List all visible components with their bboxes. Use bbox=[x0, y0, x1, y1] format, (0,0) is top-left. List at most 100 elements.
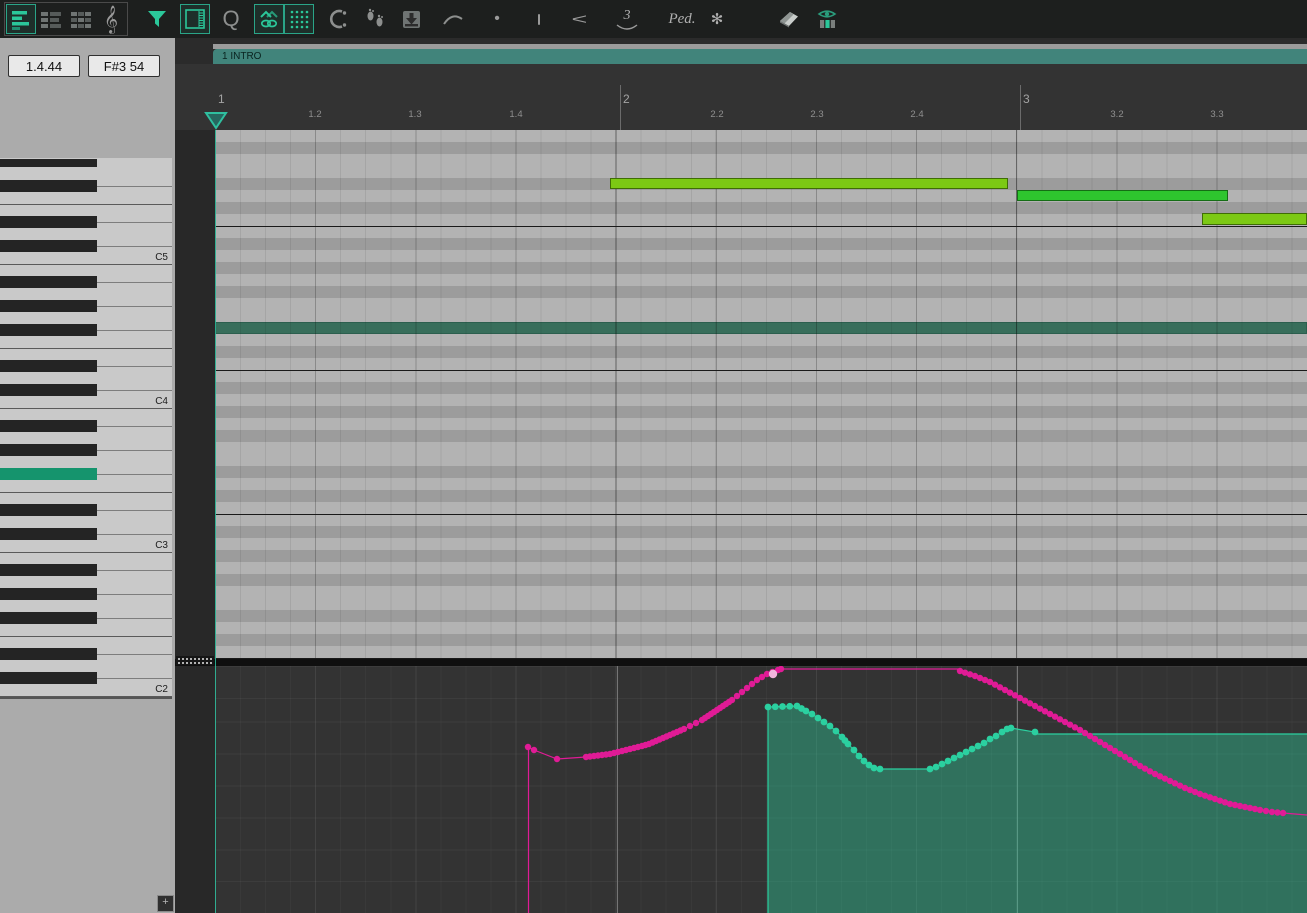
key-separator bbox=[97, 306, 172, 307]
left-panel: 1.4.44 F#3 54 C5C4C3C2 •01 Mod Wheel MSB… bbox=[0, 38, 175, 913]
black-key[interactable] bbox=[0, 240, 97, 252]
key-separator bbox=[0, 636, 172, 637]
black-key[interactable] bbox=[0, 420, 97, 432]
view-named-notes-button[interactable] bbox=[36, 4, 66, 34]
black-key-partial[interactable] bbox=[0, 159, 97, 167]
accent-button[interactable] bbox=[524, 4, 554, 34]
key-separator bbox=[0, 696, 172, 697]
timeline-ruler[interactable]: 1 2 3 1.2 1.3 1.4 2.2 2.3 2.4 3.2 3.3 bbox=[175, 64, 1307, 130]
black-key[interactable] bbox=[0, 588, 97, 600]
grid-vertical-lines bbox=[215, 130, 1307, 659]
region-bar[interactable]: 1 INTRO bbox=[213, 49, 1307, 64]
slur-icon bbox=[443, 15, 463, 25]
piano-roll-icon bbox=[12, 11, 29, 30]
filter-events-button[interactable] bbox=[142, 4, 172, 34]
crescendo-icon: < bbox=[571, 10, 587, 28]
note-readout: F#3 54 bbox=[88, 55, 160, 77]
pedal-up-asterisk-icon: ✻ bbox=[710, 10, 724, 28]
key-separator bbox=[97, 282, 172, 283]
edit-cursor-line[interactable] bbox=[215, 130, 216, 913]
octave-line bbox=[215, 226, 1307, 227]
black-key[interactable] bbox=[0, 564, 97, 576]
black-key[interactable] bbox=[0, 528, 97, 540]
note-d#5[interactable] bbox=[610, 178, 1008, 189]
beat-number: 2.4 bbox=[910, 109, 924, 120]
humanize-button[interactable] bbox=[324, 4, 354, 34]
black-key-highlighted-f#3[interactable] bbox=[0, 468, 97, 480]
import-notes-button[interactable] bbox=[396, 4, 426, 34]
octave-line bbox=[215, 658, 1307, 659]
key-separator bbox=[97, 594, 172, 595]
view-event-list-button[interactable] bbox=[66, 4, 96, 34]
add-cc-lane-button[interactable]: + bbox=[157, 895, 174, 912]
view-piano-roll-button[interactable] bbox=[6, 4, 36, 34]
key-separator bbox=[97, 678, 172, 679]
black-key[interactable] bbox=[0, 180, 97, 192]
black-key[interactable] bbox=[0, 324, 97, 336]
lane-resize-grip[interactable] bbox=[176, 656, 214, 665]
black-key[interactable] bbox=[0, 612, 97, 624]
eraser-button[interactable] bbox=[774, 4, 804, 34]
black-key[interactable] bbox=[0, 360, 97, 372]
grid-dots-icon bbox=[290, 10, 309, 29]
beat-number: 1.2 bbox=[308, 109, 322, 120]
bar-number: 1 bbox=[218, 92, 225, 106]
cc-visibility-button[interactable] bbox=[812, 4, 842, 34]
download-tray-icon bbox=[403, 11, 420, 28]
beat-number: 3.3 bbox=[1210, 109, 1224, 120]
beat-number: 2.3 bbox=[810, 109, 824, 120]
key-separator bbox=[97, 474, 172, 475]
black-key[interactable] bbox=[0, 504, 97, 516]
view-mode-group: 𝄞 bbox=[4, 2, 128, 36]
cc-curves bbox=[524, 666, 1307, 913]
dock-window-button[interactable] bbox=[180, 4, 210, 34]
view-notation-button[interactable]: 𝄞 bbox=[96, 4, 126, 34]
black-key[interactable] bbox=[0, 216, 97, 228]
key-separator bbox=[97, 186, 172, 187]
key-separator bbox=[97, 450, 172, 451]
black-key[interactable] bbox=[0, 444, 97, 456]
note-grid[interactable] bbox=[215, 130, 1307, 659]
cc-pink-selected-point[interactable] bbox=[768, 669, 778, 679]
key-separator bbox=[97, 426, 172, 427]
black-key[interactable] bbox=[0, 276, 97, 288]
quantize-button[interactable]: Q bbox=[216, 4, 246, 34]
cc-teal-fill bbox=[768, 706, 1307, 913]
bar-number: 2 bbox=[623, 92, 630, 106]
triplet-button[interactable]: 3 bbox=[612, 4, 642, 34]
key-separator bbox=[97, 330, 172, 331]
pedal-down-button[interactable]: Ped. bbox=[662, 4, 702, 34]
grid-snap-button[interactable] bbox=[284, 4, 314, 34]
quantize-icon: Q bbox=[222, 6, 240, 31]
key-separator bbox=[0, 492, 172, 493]
note-d5[interactable] bbox=[1017, 190, 1228, 201]
step-input-button[interactable] bbox=[360, 4, 390, 34]
pedal-icon: Ped. bbox=[668, 10, 696, 27]
accent-line-icon bbox=[537, 13, 541, 25]
octave-line bbox=[215, 370, 1307, 371]
chain-arrows-icon bbox=[260, 10, 278, 28]
filter-icon bbox=[148, 11, 166, 27]
slur-button[interactable] bbox=[438, 4, 468, 34]
black-key[interactable] bbox=[0, 300, 97, 312]
key-separator bbox=[97, 654, 172, 655]
eye-bars-icon bbox=[817, 10, 837, 28]
piano-keyboard[interactable]: C5 C4 C3 C2 bbox=[0, 158, 172, 699]
key-label-c4: C4 bbox=[155, 396, 168, 407]
black-key[interactable] bbox=[0, 648, 97, 660]
note-c5[interactable] bbox=[1202, 213, 1307, 225]
pedal-up-button[interactable]: ✻ bbox=[702, 4, 732, 34]
edit-cursor-handle[interactable] bbox=[204, 111, 228, 130]
key-separator bbox=[97, 366, 172, 367]
staccato-button[interactable]: • bbox=[482, 4, 512, 34]
key-separator bbox=[0, 552, 172, 553]
staccato-dot-icon: • bbox=[494, 10, 500, 27]
black-key[interactable] bbox=[0, 672, 97, 684]
crescendo-button[interactable]: < bbox=[564, 4, 594, 34]
key-separator bbox=[97, 618, 172, 619]
position-readout[interactable]: 1.4.44 bbox=[8, 55, 80, 77]
midi-editor-window: 𝄞 Q • < 3 Ped. ✻ 1 INTRO 1 2 3 1.2 1.3 1… bbox=[0, 0, 1307, 913]
black-key[interactable] bbox=[0, 384, 97, 396]
beat-number: 2.2 bbox=[710, 109, 724, 120]
input-source-button[interactable] bbox=[254, 4, 284, 34]
